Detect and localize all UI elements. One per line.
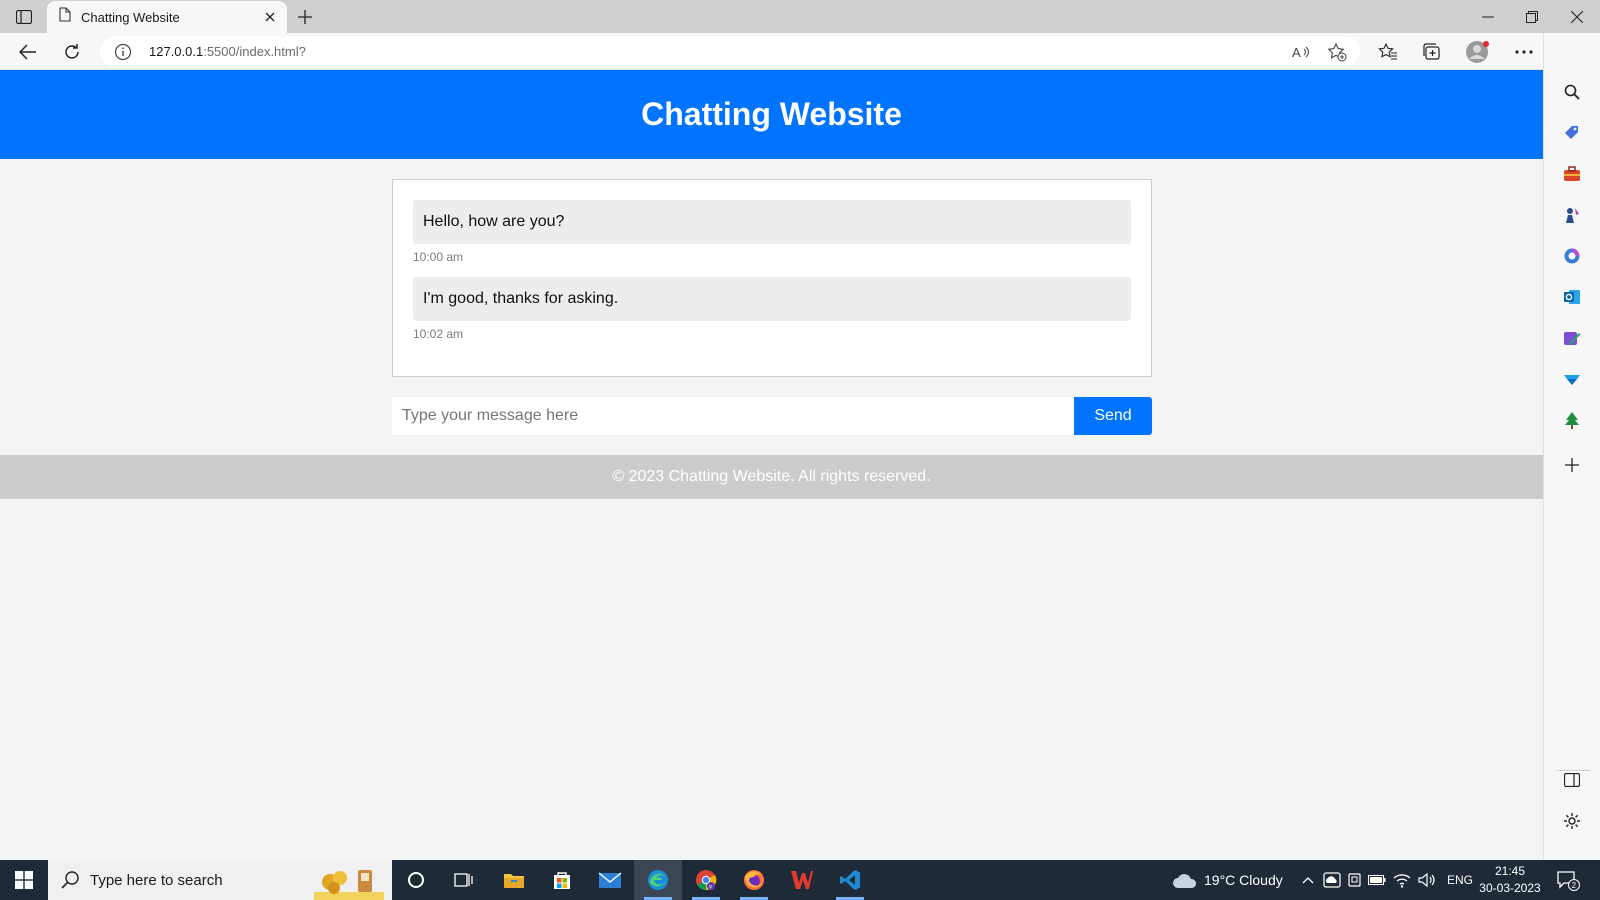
restore-icon[interactable] (1512, 4, 1552, 30)
page-viewport: Chatting Website Hello, how are you? 10:… (0, 70, 1543, 860)
window-close-icon[interactable] (1557, 4, 1597, 30)
wps-icon[interactable] (778, 860, 826, 900)
back-arrow-icon[interactable] (14, 39, 42, 65)
more-icon[interactable] (1510, 39, 1538, 65)
show-hidden-icons-icon[interactable] (1302, 860, 1314, 900)
browser-tab-strip: Chatting Website (0, 0, 1600, 33)
weather-widget[interactable]: 19°C Cloudy (1172, 860, 1283, 900)
windows-taskbar: Type here to search v 19°C Cloudy ENG 21… (0, 860, 1600, 900)
url-host: 127.0.0.1 (149, 44, 204, 59)
designer-icon[interactable] (1560, 326, 1584, 350)
message-timestamp: 10:00 am (413, 250, 464, 264)
send-button[interactable]: Send (1074, 397, 1152, 435)
tab-title: Chatting Website (81, 9, 180, 25)
magnifier-icon (61, 871, 79, 889)
drop-icon[interactable] (1560, 367, 1584, 391)
vscode-icon[interactable] (826, 860, 874, 900)
clock-date: 30-03-2023 (1479, 881, 1541, 895)
page-icon (59, 7, 71, 27)
meet-now-icon[interactable] (1347, 860, 1363, 900)
clock-time: 21:45 (1494, 864, 1526, 878)
tag-icon[interactable] (1560, 121, 1584, 145)
star-plus-icon[interactable] (1326, 41, 1348, 63)
chrome-icon[interactable]: v (682, 860, 730, 900)
onedrive-icon[interactable] (1323, 860, 1341, 900)
search-highlight-art-icon (314, 870, 384, 900)
address-bar[interactable]: 127.0.0.1:5500/index.html? A (100, 36, 1360, 67)
taskbar-search-box[interactable]: Type here to search (48, 860, 392, 900)
task-view-icon[interactable] (440, 860, 488, 900)
settings-icon[interactable] (1560, 809, 1584, 833)
browser-tab[interactable]: Chatting Website (47, 1, 287, 33)
message-item: Hello, how are you? 10:00 am (413, 200, 1131, 264)
site-title: Chatting Website (641, 96, 902, 132)
cloud-icon (1173, 874, 1197, 888)
site-header: Chatting Website (0, 70, 1543, 159)
weather-text: 19°C Cloudy (1204, 872, 1283, 888)
browser-toolbar: 127.0.0.1:5500/index.html? A (0, 33, 1600, 70)
file-explorer-icon[interactable] (490, 860, 538, 900)
profile-icon[interactable] (1464, 39, 1492, 65)
windows-start-icon[interactable] (0, 860, 48, 900)
store-icon[interactable] (538, 860, 586, 900)
info-icon[interactable] (114, 43, 132, 61)
language-text: ENG (1447, 873, 1474, 887)
svg-text:A: A (1292, 45, 1301, 60)
office-icon[interactable] (1560, 244, 1584, 268)
collections-icon[interactable] (1418, 39, 1446, 65)
footer-text: © 2023 Chatting Website. All rights rese… (612, 468, 931, 485)
site-footer: © 2023 Chatting Website. All rights rese… (0, 455, 1543, 499)
read-aloud-icon[interactable]: A (1290, 41, 1312, 63)
edge-sidebar (1543, 33, 1600, 860)
edge-icon[interactable] (634, 860, 682, 900)
language-indicator[interactable]: ENG (1447, 860, 1473, 900)
volume-icon[interactable] (1418, 860, 1436, 900)
toolbox-icon[interactable] (1560, 162, 1584, 186)
message-bubble: Hello, how are you? (413, 200, 1131, 244)
message-input[interactable] (392, 397, 1074, 435)
message-composer: Send (392, 397, 1152, 435)
notification-count: 2 (1572, 881, 1577, 890)
add-icon[interactable] (1560, 453, 1584, 477)
notification-center-icon[interactable]: 2 (1556, 860, 1580, 900)
message-bubble: I'm good, thanks for asking. (413, 277, 1131, 321)
taskbar-clock[interactable]: 21:45 30-03-2023 (1474, 863, 1546, 897)
tab-actions-icon[interactable] (12, 6, 36, 28)
mail-icon[interactable] (586, 860, 634, 900)
close-icon[interactable] (259, 6, 281, 28)
message-timestamp: 10:02 am (413, 327, 464, 341)
plus-icon[interactable] (293, 5, 317, 29)
battery-icon[interactable] (1368, 860, 1386, 900)
taskbar-search-placeholder: Type here to search (90, 871, 223, 889)
search-icon[interactable] (1560, 80, 1584, 104)
svg-text:v: v (709, 885, 712, 891)
cortana-icon[interactable] (392, 860, 440, 900)
firefox-icon[interactable] (730, 860, 778, 900)
chat-messages-panel[interactable]: Hello, how are you? 10:00 am I'm good, t… (392, 179, 1152, 377)
wifi-icon[interactable] (1393, 860, 1411, 900)
tree-icon[interactable] (1560, 408, 1584, 432)
split-screen-icon[interactable] (1560, 768, 1584, 792)
minimize-icon[interactable] (1468, 4, 1508, 30)
url-path: :5500/index.html? (203, 44, 306, 59)
message-item: I'm good, thanks for asking. 10:02 am (413, 277, 1131, 341)
outlook-icon[interactable] (1560, 285, 1584, 309)
url-text[interactable]: 127.0.0.1:5500/index.html? (149, 44, 306, 59)
favorites-icon[interactable] (1374, 39, 1402, 65)
refresh-icon[interactable] (58, 39, 86, 65)
games-icon[interactable] (1560, 203, 1584, 227)
